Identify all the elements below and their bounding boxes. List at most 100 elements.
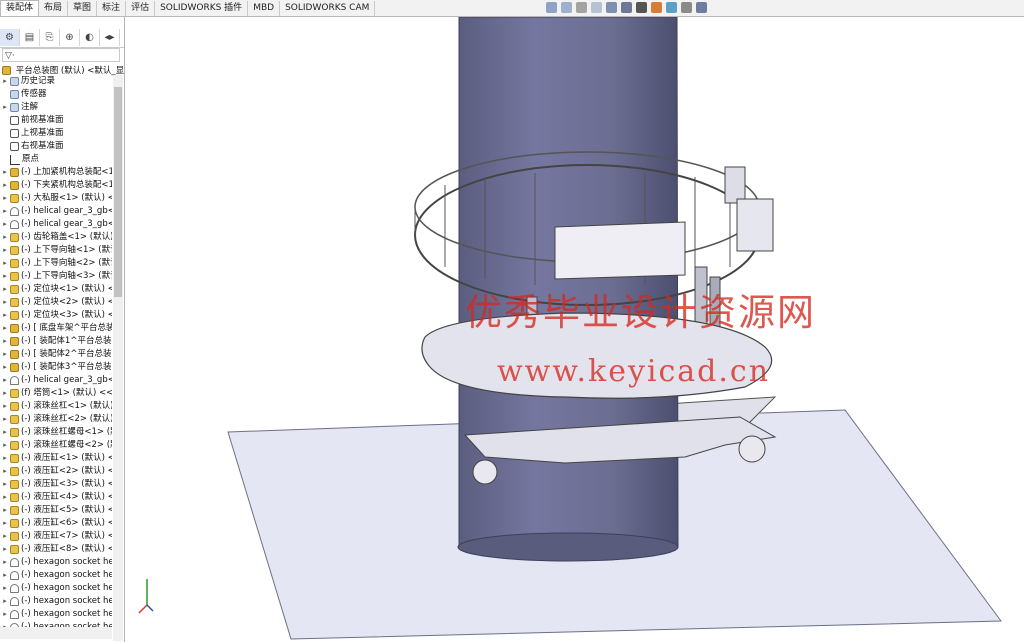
monitor-icon[interactable] xyxy=(696,2,707,13)
tree-item[interactable]: ▸ (-) 上加紧机构总装配<1 xyxy=(0,166,112,179)
tab-scroll-arrows-icon[interactable]: ◂▸ xyxy=(100,29,120,46)
tab-markup[interactable]: 标注 xyxy=(97,1,127,16)
feature-tree-tab-icon[interactable]: ⚙ xyxy=(0,29,20,46)
section-view-icon[interactable] xyxy=(591,2,602,13)
expand-arrow-icon[interactable]: ▸ xyxy=(0,400,10,413)
tree-item[interactable]: ▸ (-) 上下导向轴<1> (默认 xyxy=(0,244,112,257)
tree-item[interactable]: ▸ (-) 上下导向轴<3> (默认 xyxy=(0,270,112,283)
tab-addins[interactable]: SOLIDWORKS 插件 xyxy=(155,1,249,16)
expand-arrow-icon[interactable]: ▸ xyxy=(0,218,10,231)
view-settings-icon[interactable] xyxy=(681,2,692,13)
horizontal-scrollbar[interactable] xyxy=(0,627,112,639)
tree-item[interactable]: ▸ (-) hexagon socket he xyxy=(0,556,112,569)
tree-item[interactable]: ▸ (f) 塔筒<1> (默认) <<默 xyxy=(0,387,112,400)
tree-item[interactable]: ▸ (-) hexagon socket he xyxy=(0,569,112,582)
tab-sketch[interactable]: 草图 xyxy=(68,1,98,16)
tree-item[interactable]: ▸ (-) [ 装配体1^平台总装图 xyxy=(0,335,112,348)
property-manager-tab-icon[interactable]: ▤ xyxy=(20,29,40,46)
tree-item[interactable]: ▸ (-) helical gear_3_gb< xyxy=(0,205,112,218)
previous-view-icon[interactable] xyxy=(576,2,587,13)
expand-arrow-icon[interactable]: ▸ xyxy=(0,452,10,465)
filter-icon[interactable]: ▽· xyxy=(2,48,120,62)
tree-item[interactable]: 右视基准面 xyxy=(0,140,112,153)
vertical-scrollbar[interactable] xyxy=(113,75,123,641)
tab-cam[interactable]: SOLIDWORKS CAM xyxy=(280,1,376,16)
tree-item[interactable]: ▸ (-) 液压缸<2> (默认) < xyxy=(0,465,112,478)
tree-item[interactable]: ▸ 注解 xyxy=(0,101,112,114)
expand-arrow-icon[interactable]: ▸ xyxy=(0,205,10,218)
tree-item[interactable]: ▸ (-) 齿轮箱盖<1> (默认) xyxy=(0,231,112,244)
config-manager-tab-icon[interactable]: ⎘ xyxy=(40,29,60,46)
expand-arrow-icon[interactable]: ▸ xyxy=(0,608,10,621)
tree-item[interactable]: ▸ (-) 定位块<1> (默认) < xyxy=(0,283,112,296)
view-orientation-icon[interactable] xyxy=(606,2,617,13)
expand-arrow-icon[interactable]: ▸ xyxy=(0,426,10,439)
tree-item[interactable]: ▸ (-) 滚珠丝杠螺母<2> (默 xyxy=(0,439,112,452)
expand-arrow-icon[interactable]: ▸ xyxy=(0,244,10,257)
expand-arrow-icon[interactable]: ▸ xyxy=(0,283,10,296)
tree-item[interactable]: ▸ (-) helical gear_3_gb< xyxy=(0,374,112,387)
expand-arrow-icon[interactable]: ▸ xyxy=(0,569,10,582)
expand-arrow-icon[interactable]: ▸ xyxy=(0,322,10,335)
expand-arrow-icon[interactable]: ▸ xyxy=(0,166,10,179)
expand-arrow-icon[interactable]: ▸ xyxy=(0,296,10,309)
tree-item[interactable]: ▸ (-) 液压缸<6> (默认) < xyxy=(0,517,112,530)
tree-item[interactable]: ▸ (-) 液压缸<8> (默认) < xyxy=(0,543,112,556)
tree-item[interactable]: 传感器 xyxy=(0,88,112,101)
expand-arrow-icon[interactable]: ▸ xyxy=(0,465,10,478)
tree-item[interactable]: ▸ (-) 滚珠丝杠<1> (默认) xyxy=(0,400,112,413)
expand-arrow-icon[interactable]: ▸ xyxy=(0,374,10,387)
tree-item[interactable]: ▸ (-) [ 装配体3^平台总装图 xyxy=(0,361,112,374)
tab-assembly[interactable]: 装配体 xyxy=(0,0,40,16)
expand-arrow-icon[interactable]: ▸ xyxy=(0,309,10,322)
expand-arrow-icon[interactable]: ▸ xyxy=(0,595,10,608)
expand-arrow-icon[interactable]: ▸ xyxy=(0,556,10,569)
tree-item[interactable]: ▸ (-) [ 底盘车架^平台总装 xyxy=(0,322,112,335)
tree-item[interactable]: ▸ (-) 大私服<1> (默认) < xyxy=(0,192,112,205)
display-manager-tab-icon[interactable]: ◐ xyxy=(80,29,100,46)
tree-item[interactable]: ▸ 历史记录 xyxy=(0,75,112,88)
display-style-icon[interactable] xyxy=(621,2,632,13)
tree-item[interactable]: ▸ (-) 液压缸<4> (默认) < xyxy=(0,491,112,504)
tree-item[interactable]: ▸ (-) 液压缸<7> (默认) < xyxy=(0,530,112,543)
expand-arrow-icon[interactable]: ▸ xyxy=(0,491,10,504)
appearance-icon[interactable] xyxy=(651,2,662,13)
tree-item[interactable]: 原点 xyxy=(0,153,112,166)
zoom-area-icon[interactable] xyxy=(561,2,572,13)
expand-arrow-icon[interactable]: ▸ xyxy=(0,179,10,192)
scene-icon[interactable] xyxy=(666,2,677,13)
expand-arrow-icon[interactable]: ▸ xyxy=(0,530,10,543)
tree-item[interactable]: ▸ (-) 滚珠丝杠螺母<1> (默 xyxy=(0,426,112,439)
expand-arrow-icon[interactable]: ▸ xyxy=(0,101,10,114)
expand-arrow-icon[interactable]: ▸ xyxy=(0,517,10,530)
expand-arrow-icon[interactable]: ▸ xyxy=(0,361,10,374)
tree-item[interactable]: ▸ (-) 液压缸<3> (默认) < xyxy=(0,478,112,491)
expand-arrow-icon[interactable]: ▸ xyxy=(0,478,10,491)
zoom-fit-icon[interactable] xyxy=(546,2,557,13)
expand-arrow-icon[interactable]: ▸ xyxy=(0,231,10,244)
tab-evaluate[interactable]: 评估 xyxy=(126,1,156,16)
tree-item[interactable]: ▸ (-) 上下导向轴<2> (默认 xyxy=(0,257,112,270)
expand-arrow-icon[interactable]: ▸ xyxy=(0,192,10,205)
tree-item[interactable]: ▸ (-) 下夹紧机构总装配<1 xyxy=(0,179,112,192)
expand-arrow-icon[interactable]: ▸ xyxy=(0,543,10,556)
expand-arrow-icon[interactable]: ▸ xyxy=(0,75,10,88)
tree-item[interactable]: 前视基准面 xyxy=(0,114,112,127)
scrollbar-thumb[interactable] xyxy=(114,87,122,297)
expand-arrow-icon[interactable]: ▸ xyxy=(0,270,10,283)
tree-item[interactable]: ▸ (-) 液压缸<1> (默认) < xyxy=(0,452,112,465)
dimxpert-tab-icon[interactable]: ⊕ xyxy=(60,29,80,46)
tree-item[interactable]: ▸ (-) hexagon socket he xyxy=(0,595,112,608)
tree-item[interactable]: ▸ (-) helical gear_3_gb< xyxy=(0,218,112,231)
expand-arrow-icon[interactable]: ▸ xyxy=(0,504,10,517)
expand-arrow-icon[interactable]: ▸ xyxy=(0,257,10,270)
tree-item[interactable]: ▸ (-) 定位块<3> (默认) < xyxy=(0,309,112,322)
tree-item[interactable]: ▸ (-) hexagon socket he xyxy=(0,608,112,621)
tree-item[interactable]: 上视基准面 xyxy=(0,127,112,140)
tab-mbd[interactable]: MBD xyxy=(248,1,281,16)
tree-item[interactable]: ▸ (-) [ 装配体2^平台总装图 xyxy=(0,348,112,361)
tab-layout[interactable]: 布局 xyxy=(39,1,69,16)
graphics-viewport[interactable]: 优秀毕业设计资源网 www.keyicad.cn xyxy=(125,17,1024,642)
expand-arrow-icon[interactable]: ▸ xyxy=(0,413,10,426)
expand-arrow-icon[interactable]: ▸ xyxy=(0,348,10,361)
